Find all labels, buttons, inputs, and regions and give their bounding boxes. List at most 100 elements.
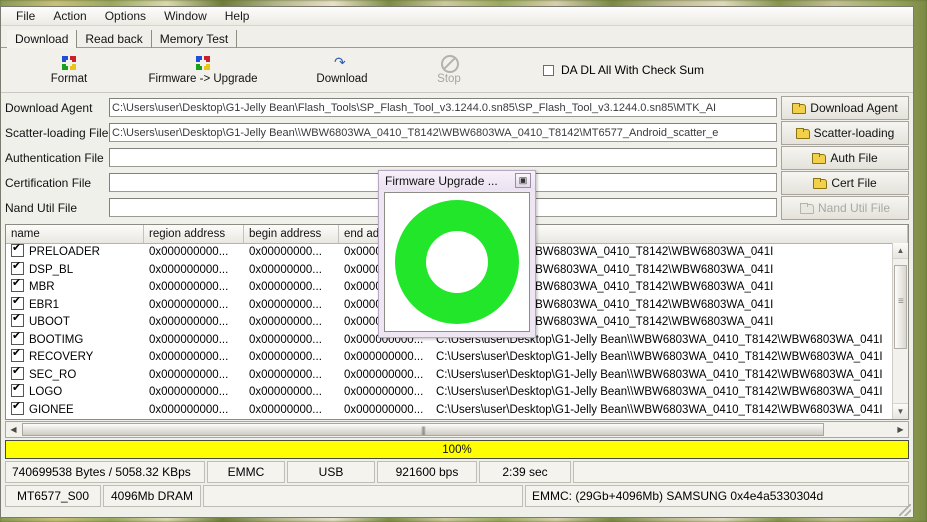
- certification-file-label: Certification File: [5, 175, 92, 190]
- row-begin-cell: 0x00000000...: [249, 298, 322, 311]
- status-extra-slot: [573, 461, 909, 483]
- row-name-cell[interactable]: BOOTIMG: [6, 331, 144, 349]
- table-row[interactable]: GIONEE 0x000000000... 0x00000000... 0x00…: [6, 401, 908, 420]
- format-button[interactable]: Format: [15, 55, 123, 85]
- da-dl-checksum-checkbox[interactable]: DA DL All With Check Sum: [543, 63, 704, 77]
- status-dram: 4096Mb DRAM: [103, 485, 201, 507]
- row-checkbox[interactable]: [11, 366, 24, 380]
- row-checkbox[interactable]: [11, 296, 24, 310]
- vertical-scroll-thumb[interactable]: [894, 265, 907, 349]
- row-region-cell: 0x000000000...: [149, 368, 229, 381]
- row-checkbox[interactable]: [11, 401, 24, 415]
- scatter-loading-input[interactable]: C:\Users\user\Desktop\G1-Jelly Bean\\WBW…: [109, 123, 777, 142]
- row-region-cell: 0x000000000...: [149, 386, 229, 399]
- scroll-down-icon[interactable]: ▼: [893, 403, 908, 419]
- nand-util-file-label: Nand Util File: [5, 200, 78, 215]
- menu-item-file[interactable]: File: [7, 8, 44, 24]
- cert-file-browse-button[interactable]: Cert File: [781, 170, 909, 195]
- menu-item-action[interactable]: Action: [44, 8, 95, 24]
- row-region-cell: 0x000000000...: [149, 333, 229, 346]
- row-region-cell: 0x000000000...: [149, 316, 229, 329]
- download-agent-input[interactable]: C:\Users\user\Desktop\G1-Jelly Bean\Flas…: [109, 98, 777, 117]
- row-end-cell: 0x000000000...: [344, 386, 424, 399]
- row-begin-cell: 0x00000000...: [249, 316, 322, 329]
- scatter-loading-label: Scatter-loading File: [5, 125, 109, 140]
- row-location-cell: C:\Users\user\Desktop\G1-Jelly Bean\\WBW…: [436, 403, 883, 416]
- stop-button[interactable]: Stop: [401, 55, 497, 85]
- window-resize-grip[interactable]: [899, 504, 911, 516]
- dialog-title-bar[interactable]: Firmware Upgrade ... ▣: [379, 171, 535, 190]
- table-row[interactable]: RECOVERY 0x000000000... 0x00000000... 0x…: [6, 349, 908, 367]
- row-begin-cell: 0x00000000...: [249, 333, 322, 346]
- status-blank-slot: [203, 485, 523, 507]
- row-name-label: EBR1: [29, 298, 60, 311]
- row-name-cell[interactable]: RECOVERY: [6, 349, 144, 366]
- dialog-title-label: Firmware Upgrade ...: [385, 173, 498, 188]
- download-arrow-icon: ↷: [334, 54, 346, 70]
- row-begin-cell: 0x00000000...: [249, 368, 322, 381]
- column-header-region-address[interactable]: region address: [144, 225, 244, 243]
- row-location-cell: C:\Users\user\Desktop\G1-Jelly Bean\\WBW…: [436, 351, 883, 364]
- tab-read-back[interactable]: Read back: [77, 30, 152, 48]
- status-bar-secondary: MT6577_S00 4096Mb DRAM EMMC: (29Gb+4096M…: [5, 485, 909, 507]
- row-name-cell[interactable]: LOGO: [6, 384, 144, 401]
- status-connection-type: USB: [287, 461, 375, 483]
- row-name-label: SEC_RO: [29, 368, 77, 381]
- download-agent-browse-label: Download Agent: [810, 100, 898, 115]
- row-checkbox[interactable]: [11, 331, 24, 345]
- da-dl-checksum-label: DA DL All With Check Sum: [561, 63, 704, 77]
- download-agent-browse-button[interactable]: Download Agent: [781, 95, 909, 120]
- table-row[interactable]: LOGO 0x000000000... 0x00000000... 0x0000…: [6, 384, 908, 402]
- row-location-cell: C:\Users\user\Desktop\G1-Jelly Bean\\WBW…: [436, 368, 883, 381]
- scroll-up-icon[interactable]: ▲: [893, 243, 908, 259]
- file-row-scatter-loading: Scatter-loading File C:\Users\user\Deskt…: [1, 120, 913, 145]
- auth-file-browse-label: Auth File: [830, 150, 878, 165]
- tab-memory-test[interactable]: Memory Test: [152, 30, 238, 48]
- scatter-loading-browse-button[interactable]: Scatter-loading: [781, 120, 909, 145]
- authentication-file-label: Authentication File: [5, 150, 104, 165]
- progress-ring-icon: [395, 200, 519, 324]
- column-header-begin-address[interactable]: begin address: [244, 225, 339, 243]
- row-name-label: MBR: [29, 281, 55, 294]
- firmware-upgrade-button[interactable]: Firmware -> Upgrade: [123, 55, 283, 85]
- horizontal-scroll-thumb[interactable]: [22, 423, 824, 436]
- status-baud-rate: 921600 bps: [377, 461, 477, 483]
- checkbox-box[interactable]: [543, 64, 554, 76]
- table-horizontal-scrollbar[interactable]: ◀ ▶: [5, 421, 909, 438]
- download-button[interactable]: ↷ Download: [283, 55, 401, 85]
- row-name-cell[interactable]: MBR: [6, 279, 144, 296]
- stop-icon: [441, 55, 459, 73]
- row-begin-cell: 0x00000000...: [249, 263, 322, 276]
- authentication-file-input[interactable]: [109, 148, 777, 167]
- row-name-cell[interactable]: DSP_BL: [6, 261, 144, 279]
- row-checkbox[interactable]: [11, 261, 24, 275]
- menu-item-window[interactable]: Window: [155, 8, 216, 24]
- tab-download[interactable]: Download: [7, 30, 78, 48]
- row-name-cell[interactable]: PRELOADER: [6, 244, 144, 261]
- folder-icon: [812, 152, 827, 164]
- row-checkbox[interactable]: [11, 244, 24, 258]
- scroll-right-icon[interactable]: ▶: [893, 425, 908, 434]
- download-agent-label: Download Agent: [5, 100, 93, 115]
- scatter-loading-browse-label: Scatter-loading: [813, 125, 895, 140]
- scroll-left-icon[interactable]: ◀: [6, 425, 21, 434]
- column-header-name[interactable]: name: [6, 225, 144, 243]
- row-checkbox[interactable]: [11, 349, 24, 363]
- close-icon[interactable]: ▣: [515, 173, 531, 188]
- row-name-cell[interactable]: EBR1: [6, 296, 144, 314]
- format-button-label: Format: [50, 73, 88, 85]
- firmware-upgrade-dialog[interactable]: Firmware Upgrade ... ▣: [378, 170, 536, 338]
- table-row[interactable]: SEC_RO 0x000000000... 0x00000000... 0x00…: [6, 366, 908, 385]
- row-name-cell[interactable]: GIONEE: [6, 401, 144, 419]
- row-checkbox[interactable]: [11, 314, 24, 328]
- menu-item-options[interactable]: Options: [96, 8, 155, 24]
- row-checkbox[interactable]: [11, 384, 24, 398]
- auth-file-browse-button[interactable]: Auth File: [781, 145, 909, 170]
- menu-item-help[interactable]: Help: [216, 8, 259, 24]
- status-emmc-info: EMMC: (29Gb+4096Mb) SAMSUNG 0x4e4a533030…: [525, 485, 909, 507]
- row-name-cell[interactable]: UBOOT: [6, 314, 144, 331]
- table-vertical-scrollbar[interactable]: ▲ ▼: [892, 243, 908, 419]
- row-name-cell[interactable]: SEC_RO: [6, 366, 144, 384]
- row-name-label: GIONEE: [29, 403, 74, 416]
- row-checkbox[interactable]: [11, 279, 24, 293]
